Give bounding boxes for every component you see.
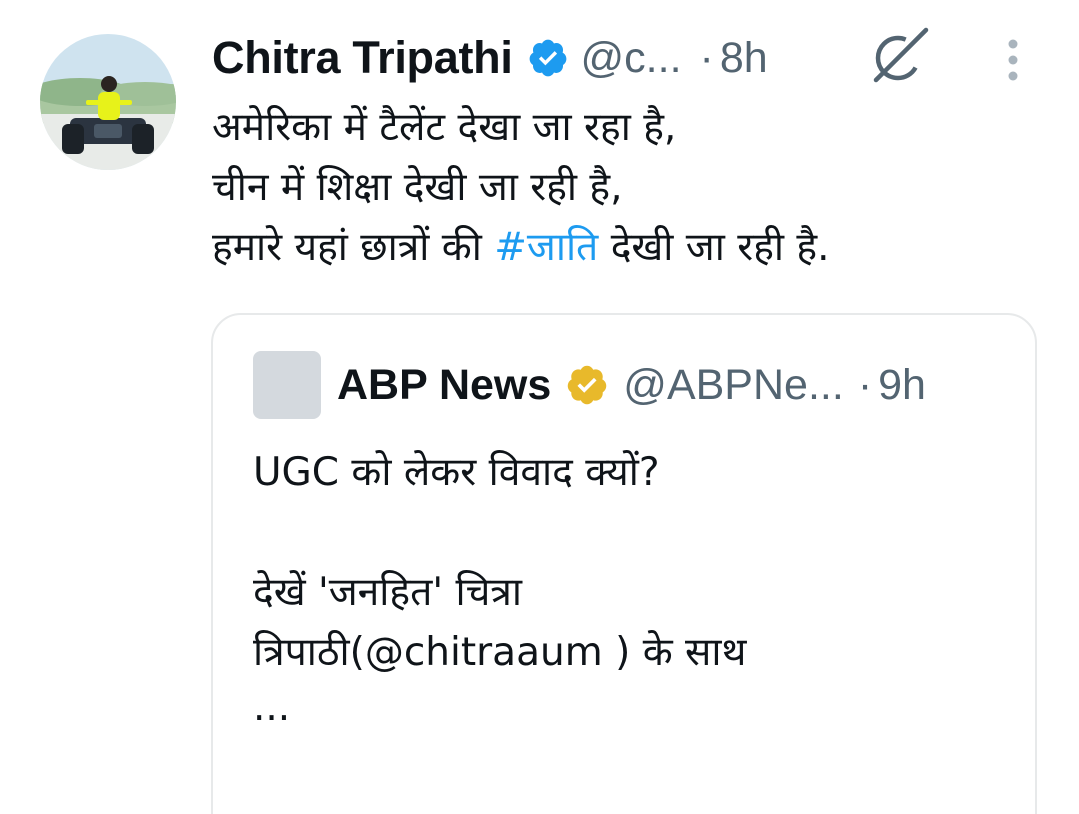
hashtag-link[interactable]: #जाति xyxy=(494,225,598,270)
author-avatar[interactable] xyxy=(40,34,176,170)
tweet-text: अमेरिका में टैलेंट देखा जा रहा है, चीन म… xyxy=(212,98,1032,278)
quoted-text-line: त्रिपाठी(@chitraaum ) के साथ xyxy=(253,630,747,675)
quoted-tweet-timestamp[interactable]: 9h xyxy=(878,361,926,410)
quoted-tweet-card[interactable]: ABP News @ABPNe... · 9h UGC को लेकर विवा… xyxy=(211,313,1037,814)
quoted-tweet-text: UGC को लेकर विवाद क्यों? देखें 'जनहित' च… xyxy=(253,443,1013,733)
author-name[interactable]: Chitra Tripathi xyxy=(212,32,513,84)
tweet-timestamp[interactable]: 8h xyxy=(720,34,768,83)
separator-dot: · xyxy=(699,33,714,82)
quoted-author-name[interactable]: ABP News xyxy=(337,361,551,410)
tweet-header: Chitra Tripathi @c... · 8h xyxy=(212,28,768,88)
tweet-text-segment: हमारे यहां छात्रों की xyxy=(212,225,495,270)
quoted-text-line: UGC को लेकर विवाद क्यों? xyxy=(253,450,660,495)
grok-icon[interactable] xyxy=(868,26,932,86)
tweet-text-line: हमारे यहां छात्रों की #जाति देखी जा रही … xyxy=(212,218,1032,278)
separator-dot: · xyxy=(857,360,873,409)
more-options-icon[interactable] xyxy=(996,38,1030,82)
verified-badge-icon[interactable] xyxy=(527,37,569,79)
truncation-ellipsis: ... xyxy=(253,685,291,730)
tweet-text-line: अमेरिका में टैलेंट देखा जा रहा है, xyxy=(212,105,677,150)
quoted-author-avatar[interactable] xyxy=(253,351,321,419)
tweet-text-segment: देखी जा रही है. xyxy=(598,225,830,270)
quoted-tweet-header: ABP News @ABPNe... · 9h xyxy=(337,357,926,413)
tweet-text-line: चीन में शिक्षा देखी जा रही है, xyxy=(212,165,623,210)
quoted-author-handle[interactable]: @ABPNe... xyxy=(623,361,844,410)
gold-verified-badge-icon[interactable] xyxy=(565,363,609,407)
author-handle[interactable]: @c... xyxy=(581,34,682,83)
quoted-text-line: देखें 'जनहित' चित्रा xyxy=(253,570,522,615)
